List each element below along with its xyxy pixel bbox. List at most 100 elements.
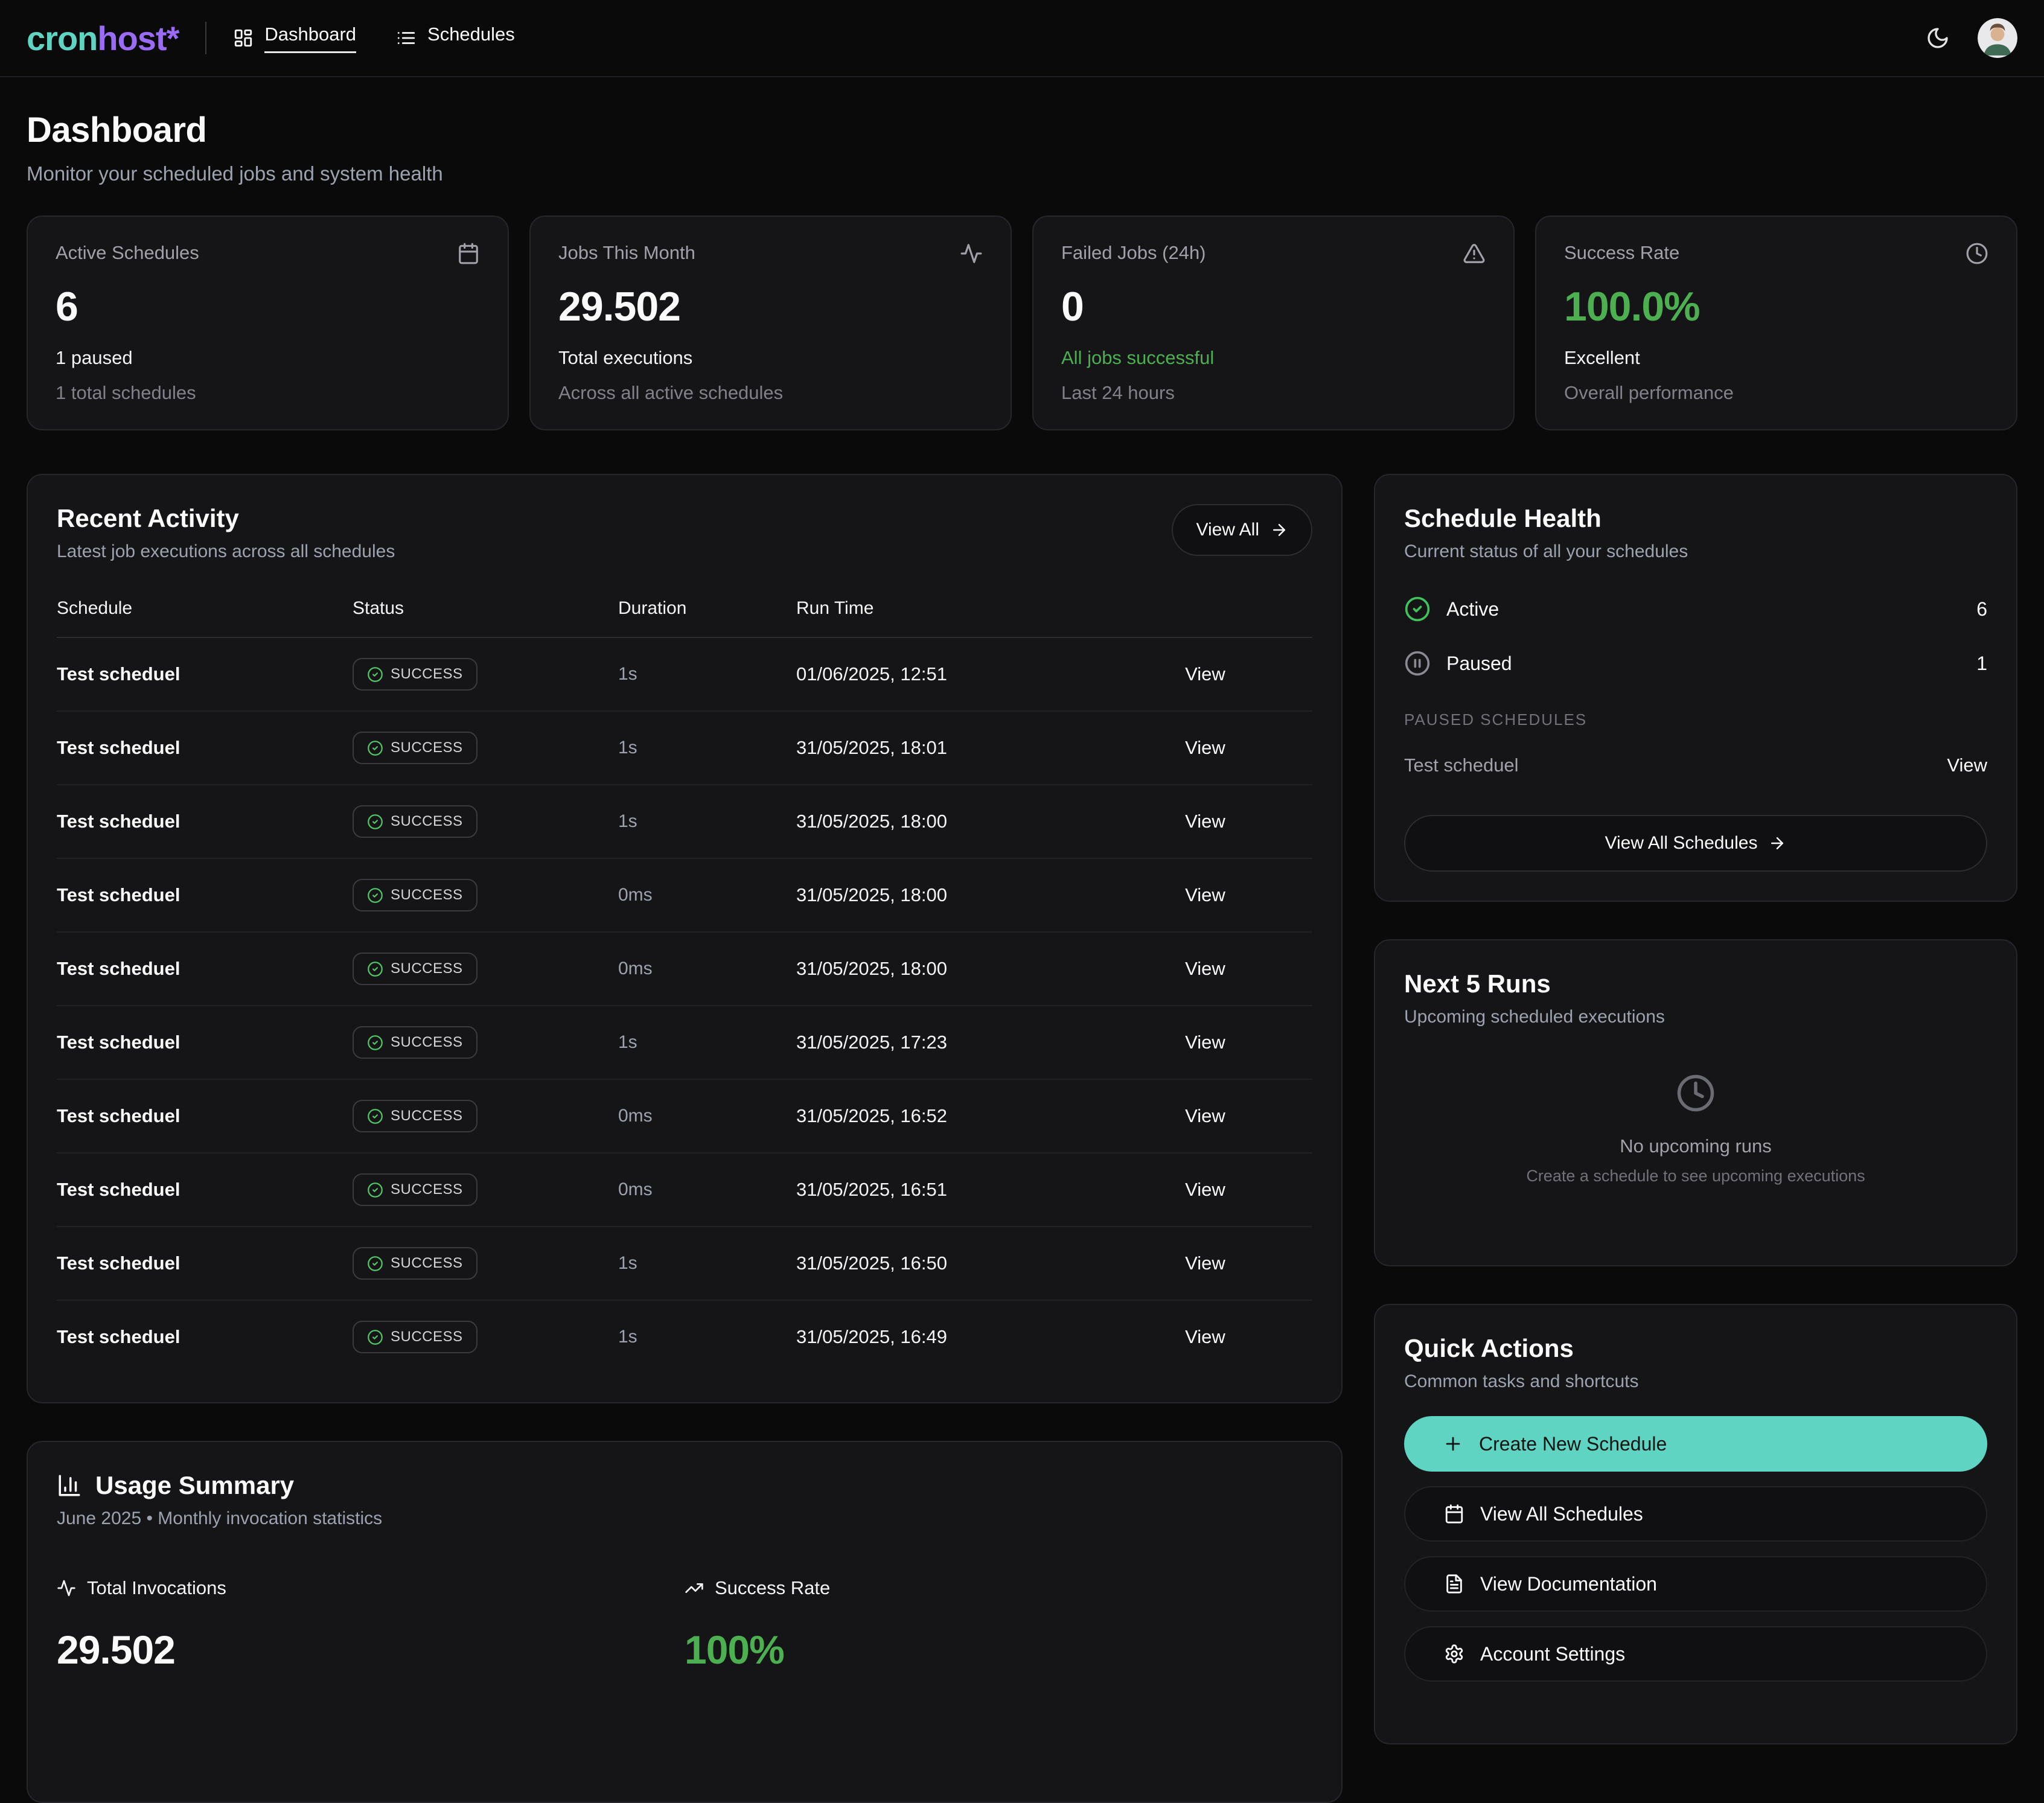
pause-circle-icon bbox=[1404, 650, 1431, 677]
cell-status: SUCCESS bbox=[353, 953, 618, 985]
cell-run-time: 31/05/2025, 16:52 bbox=[796, 1105, 1098, 1127]
table-row: Test scheduelSUCCESS0ms31/05/2025, 16:51… bbox=[57, 1154, 1312, 1227]
view-all-schedules-button[interactable]: View All Schedules bbox=[1404, 815, 1987, 872]
cell-duration: 1s bbox=[618, 664, 796, 685]
table-row: Test scheduelSUCCESS1s31/05/2025, 17:23V… bbox=[57, 1006, 1312, 1080]
cell-schedule: Test scheduel bbox=[57, 737, 353, 759]
usage-stat-success-rate: Success Rate 100% bbox=[685, 1577, 1312, 1673]
health-row-paused: Paused 1 bbox=[1404, 650, 1987, 677]
app-logo[interactable]: cron host* bbox=[27, 19, 179, 58]
account-settings-label: Account Settings bbox=[1480, 1643, 1625, 1665]
create-new-schedule-button[interactable]: Create New Schedule bbox=[1404, 1416, 1987, 1472]
activity-icon bbox=[57, 1578, 76, 1598]
cell-schedule: Test scheduel bbox=[57, 663, 353, 685]
status-badge-label: SUCCESS bbox=[391, 1108, 463, 1125]
view-link[interactable]: View bbox=[1098, 1032, 1312, 1053]
cell-run-time: 31/05/2025, 18:00 bbox=[796, 884, 1098, 906]
user-avatar[interactable] bbox=[1978, 18, 2017, 58]
check-circle-icon bbox=[367, 1182, 383, 1198]
status-badge: SUCCESS bbox=[353, 658, 477, 691]
cell-status: SUCCESS bbox=[353, 658, 618, 691]
schedule-health-title: Schedule Health bbox=[1404, 504, 1987, 533]
cell-status: SUCCESS bbox=[353, 1026, 618, 1059]
dashboard-grid-icon bbox=[233, 28, 254, 48]
status-badge: SUCCESS bbox=[353, 953, 477, 985]
usage-stat-label: Total Invocations bbox=[87, 1577, 226, 1599]
table-row: Test scheduelSUCCESS1s31/05/2025, 18:01V… bbox=[57, 712, 1312, 785]
view-all-schedules-action-button[interactable]: View All Schedules bbox=[1404, 1486, 1987, 1542]
cell-duration: 1s bbox=[618, 1032, 796, 1053]
status-badge-label: SUCCESS bbox=[391, 1255, 463, 1272]
view-link[interactable]: View bbox=[1098, 884, 1312, 906]
stat-value: 0 bbox=[1061, 283, 1486, 330]
view-link[interactable]: View bbox=[1098, 737, 1312, 759]
quick-action-buttons: Create New Schedule View All Schedules V… bbox=[1404, 1416, 1987, 1682]
column-header-duration: Duration bbox=[618, 598, 796, 619]
nav-label-dashboard: Dashboard bbox=[264, 24, 356, 53]
view-link[interactable]: View bbox=[1098, 958, 1312, 980]
cell-duration: 0ms bbox=[618, 959, 796, 979]
status-badge-label: SUCCESS bbox=[391, 1181, 463, 1198]
paused-label: Paused bbox=[1446, 653, 1512, 675]
view-all-button[interactable]: View All bbox=[1172, 504, 1312, 556]
view-link[interactable]: View bbox=[1098, 1179, 1312, 1201]
recent-activity-title: Recent Activity bbox=[57, 504, 395, 533]
moon-icon bbox=[1926, 26, 1950, 50]
cell-schedule: Test scheduel bbox=[57, 1326, 353, 1348]
status-badge: SUCCESS bbox=[353, 1173, 477, 1206]
view-all-schedules-label: View All Schedules bbox=[1605, 833, 1758, 854]
recent-activity-card: Recent Activity Latest job executions ac… bbox=[27, 474, 1343, 1403]
clock-icon bbox=[1676, 1073, 1716, 1113]
check-circle-icon bbox=[367, 1035, 383, 1051]
stat-line2: Across all active schedules bbox=[558, 382, 983, 404]
cell-schedule: Test scheduel bbox=[57, 884, 353, 906]
view-link[interactable]: View bbox=[1098, 1326, 1312, 1348]
stat-line2: Overall performance bbox=[1564, 382, 1988, 404]
next-runs-subtitle: Upcoming scheduled executions bbox=[1404, 1007, 1987, 1027]
paused-schedule-view-link[interactable]: View bbox=[1947, 755, 1987, 776]
quick-actions-title: Quick Actions bbox=[1404, 1334, 1987, 1363]
view-link[interactable]: View bbox=[1098, 811, 1312, 832]
app-header: cron host* Dashboard Schedules bbox=[0, 0, 2044, 77]
paused-schedules-section-label: PAUSED SCHEDULES bbox=[1404, 710, 1987, 729]
usage-stat-value: 29.502 bbox=[57, 1627, 685, 1673]
cell-run-time: 31/05/2025, 18:01 bbox=[796, 737, 1098, 759]
stat-card-success-rate: Success Rate 100.0% Excellent Overall pe… bbox=[1535, 215, 2017, 430]
view-documentation-button[interactable]: View Documentation bbox=[1404, 1556, 1987, 1612]
health-row-active: Active 6 bbox=[1404, 596, 1987, 622]
stat-line1: Excellent bbox=[1564, 347, 1988, 369]
stat-card-jobs-this-month: Jobs This Month 29.502 Total executions … bbox=[529, 215, 1012, 430]
status-badge-label: SUCCESS bbox=[391, 813, 463, 830]
avatar-image bbox=[1978, 18, 2017, 58]
recent-activity-subtitle: Latest job executions across all schedul… bbox=[57, 541, 395, 562]
cell-run-time: 31/05/2025, 18:00 bbox=[796, 811, 1098, 832]
view-all-label: View All bbox=[1196, 520, 1259, 540]
stat-cards-row: Active Schedules 6 1 paused 1 total sche… bbox=[27, 215, 2017, 430]
check-circle-icon bbox=[367, 814, 383, 830]
view-link[interactable]: View bbox=[1098, 1253, 1312, 1274]
main-nav: Dashboard Schedules bbox=[233, 24, 514, 53]
next-runs-empty-state: No upcoming runs Create a schedule to se… bbox=[1404, 1073, 1987, 1186]
cell-status: SUCCESS bbox=[353, 805, 618, 838]
column-header-run-time: Run Time bbox=[796, 598, 1098, 619]
empty-state-title: No upcoming runs bbox=[1404, 1135, 1987, 1157]
schedule-health-subtitle: Current status of all your schedules bbox=[1404, 541, 1987, 562]
view-link[interactable]: View bbox=[1098, 1105, 1312, 1127]
nav-item-dashboard[interactable]: Dashboard bbox=[233, 24, 356, 53]
calendar-icon bbox=[457, 242, 480, 265]
account-settings-button[interactable]: Account Settings bbox=[1404, 1626, 1987, 1682]
view-link[interactable]: View bbox=[1098, 663, 1312, 685]
table-row: Test scheduelSUCCESS1s31/05/2025, 16:49V… bbox=[57, 1301, 1312, 1373]
cell-run-time: 31/05/2025, 17:23 bbox=[796, 1032, 1098, 1053]
table-row: Test scheduelSUCCESS1s01/06/2025, 12:51V… bbox=[57, 638, 1312, 712]
stat-value: 100.0% bbox=[1564, 283, 1988, 330]
cell-duration: 0ms bbox=[618, 1179, 796, 1200]
table-row: Test scheduelSUCCESS0ms31/05/2025, 16:52… bbox=[57, 1080, 1312, 1154]
quick-actions-card: Quick Actions Common tasks and shortcuts… bbox=[1374, 1304, 2017, 1744]
active-count: 6 bbox=[1976, 598, 1987, 621]
usage-summary-subtitle: June 2025 • Monthly invocation statistic… bbox=[57, 1508, 1312, 1529]
theme-toggle-button[interactable] bbox=[1926, 26, 1950, 50]
nav-item-schedules[interactable]: Schedules bbox=[396, 24, 515, 53]
trending-up-icon bbox=[685, 1578, 704, 1598]
cell-status: SUCCESS bbox=[353, 1321, 618, 1353]
